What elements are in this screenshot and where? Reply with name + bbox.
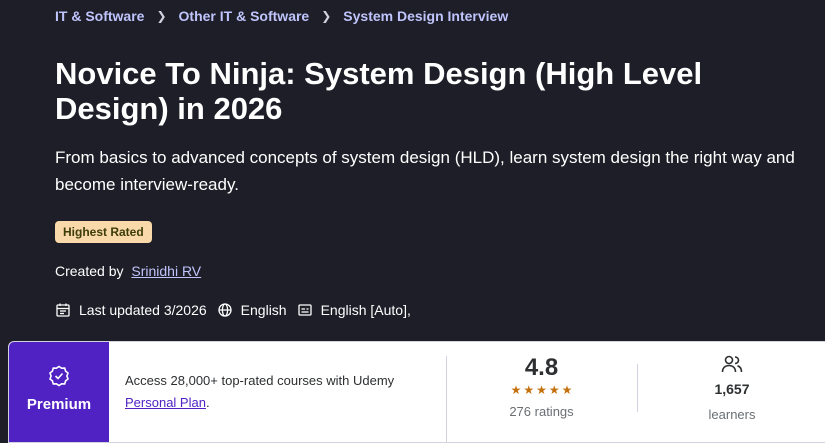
star-rating: ★ ★ ★ ★ ★ <box>489 384 594 396</box>
premium-badge-icon <box>47 364 71 388</box>
learners-label: learners <box>708 407 756 422</box>
premium-label: Premium <box>26 396 92 413</box>
star-icon: ★ <box>523 383 535 397</box>
course-title: Novice To Ninja: System Design (High Lev… <box>55 56 703 126</box>
rating-value: 4.8 <box>524 354 559 381</box>
personal-plan-info: Access 28,000+ top-rated courses with Ud… <box>125 370 435 414</box>
course-subtitle: From basics to advanced concepts of syst… <box>55 148 795 194</box>
created-by: Created by Srinidhi RV <box>55 263 201 279</box>
highest-rated-badge: Highest Rated <box>55 221 152 243</box>
rating-block[interactable]: 4.8 ★ ★ ★ ★ ★ 276 ratings <box>489 354 594 419</box>
captions: English [Auto], <box>297 302 411 318</box>
calendar-icon <box>55 302 71 318</box>
personal-plan-link[interactable]: Personal Plan <box>125 395 206 410</box>
breadcrumb-item-system-design-interview[interactable]: System Design Interview <box>343 8 508 24</box>
learners-count: 1,657 <box>714 381 750 397</box>
breadcrumb-item-other-it-software[interactable]: Other IT & Software <box>179 8 310 24</box>
course-stats-card: Premium Access 28,000+ top-rated courses… <box>8 341 825 443</box>
globe-icon <box>217 302 233 318</box>
course-meta: Last updated 3/2026 English English [Aut… <box>55 302 421 318</box>
users-icon <box>721 354 743 374</box>
language-text: English <box>240 302 287 318</box>
captions-text: English [Auto], <box>320 302 411 318</box>
ratings-count: 276 ratings <box>509 404 574 419</box>
star-icon: ★ <box>536 383 547 397</box>
divider <box>446 356 447 442</box>
breadcrumb-item-it-software[interactable]: IT & Software <box>55 8 144 24</box>
premium-panel[interactable]: Premium <box>9 342 109 442</box>
chevron-right-icon: ❯ <box>321 9 332 23</box>
chevron-right-icon: ❯ <box>156 9 167 23</box>
language: English <box>217 302 287 318</box>
access-text: Access 28,000+ top-rated courses with Ud… <box>125 373 395 388</box>
breadcrumb: IT & Software ❯ Other IT & Software ❯ Sy… <box>55 8 508 24</box>
last-updated: Last updated 3/2026 <box>55 302 207 318</box>
star-icon: ★ <box>561 383 573 397</box>
star-icon: ★ <box>510 383 522 397</box>
plan-suffix: . <box>205 395 210 410</box>
last-updated-text: Last updated 3/2026 <box>79 302 207 318</box>
learners-block: 1,657 learners <box>679 354 785 422</box>
instructor-link[interactable]: Srinidhi RV <box>131 263 201 279</box>
divider <box>637 364 638 412</box>
star-icon: ★ <box>548 383 560 397</box>
captions-icon <box>297 302 313 318</box>
created-by-label: Created by <box>55 263 124 279</box>
